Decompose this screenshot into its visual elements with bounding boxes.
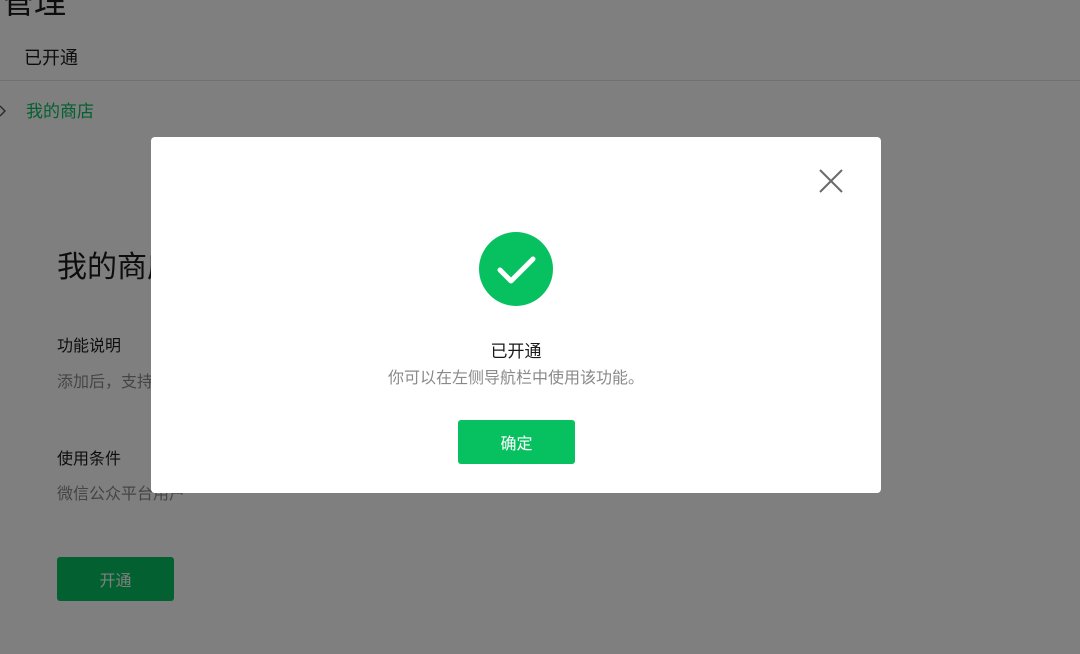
- check-circle-icon: [479, 232, 553, 306]
- close-button[interactable]: [815, 165, 847, 197]
- success-dialog: 已开通 你可以在左侧导航栏中使用该功能。 确定: [151, 137, 881, 493]
- dialog-title: 已开通: [490, 342, 542, 362]
- close-icon: [819, 169, 843, 193]
- confirm-button[interactable]: 确定: [458, 420, 575, 464]
- dialog-description: 你可以在左侧导航栏中使用该功能。: [387, 368, 644, 387]
